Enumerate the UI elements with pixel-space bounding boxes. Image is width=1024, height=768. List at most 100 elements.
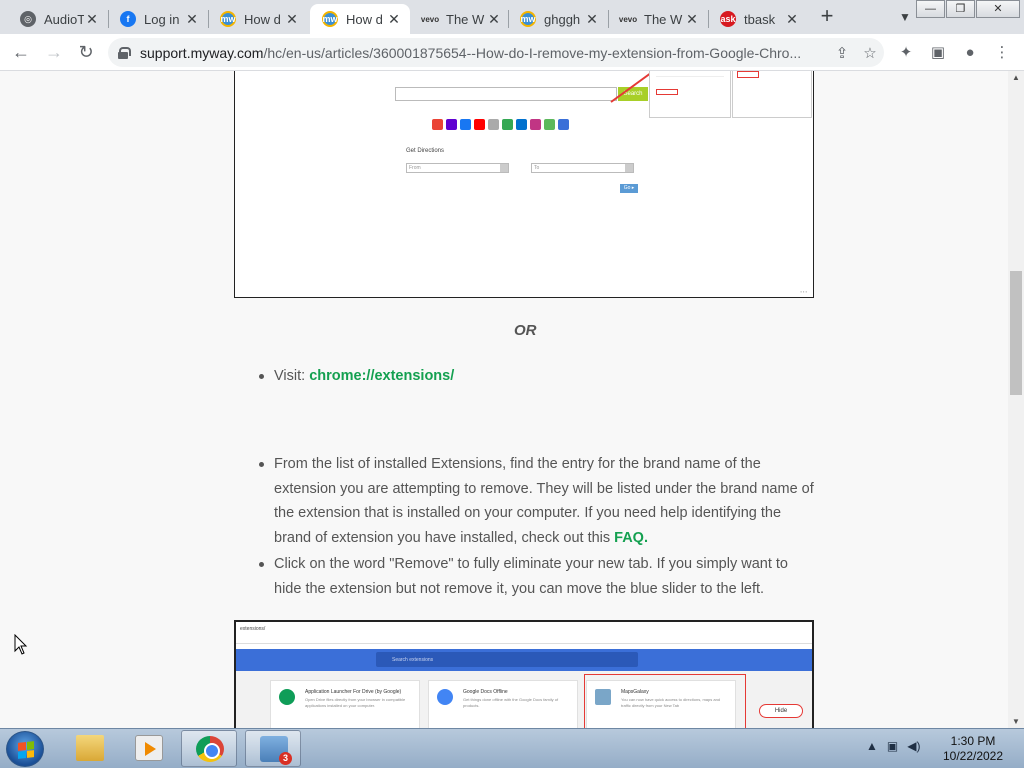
extension-desc: Get things done offline with the Google …	[463, 697, 559, 708]
menu-highlight-more-tools	[737, 71, 759, 78]
tab-title: tbask	[744, 11, 776, 27]
media-player-icon	[135, 735, 163, 761]
url-text[interactable]: support.myway.com/hc/en-us/articles/3600…	[140, 45, 828, 61]
screenshot-address-bar: extensions/	[236, 622, 812, 644]
mouse-cursor-icon	[14, 634, 28, 655]
amazon-icon	[488, 119, 499, 130]
browser-toolbar: ← → ↻ support.myway.com/hc/en-us/article…	[0, 34, 1024, 71]
screenshot-extensions-header: Search extensions	[236, 649, 812, 671]
extensions-puzzle-icon[interactable]: ✦	[894, 41, 918, 65]
menu-kebab-icon[interactable]: ⋮	[990, 41, 1014, 65]
article-screenshot-extensions: extensions/ Search extensions Applicatio…	[234, 620, 814, 728]
address-bar[interactable]: support.myway.com/hc/en-us/articles/3600…	[108, 38, 884, 67]
tab-1[interactable]: f Log in ✕	[108, 4, 208, 34]
restore-button[interactable]: ❐	[946, 0, 975, 18]
list-item: From the list of installed Extensions, f…	[259, 452, 816, 550]
clock[interactable]: 1:30 PM 10/22/2022	[930, 734, 1016, 764]
close-icon[interactable]: ✕	[584, 11, 600, 28]
network-icon[interactable]: ▣	[887, 739, 898, 753]
clock-date: 10/22/2022	[942, 749, 1004, 763]
scroll-down-icon[interactable]: ▼	[1012, 717, 1020, 726]
screenshot-search-extensions: Search extensions	[376, 652, 638, 667]
show-hidden-icons[interactable]: ▲	[866, 739, 878, 753]
docs-icon	[437, 689, 453, 705]
tripadvisor-icon	[502, 119, 513, 130]
close-icon[interactable]: ✕	[486, 11, 502, 28]
tab-title: Log in	[144, 11, 180, 27]
taskbar-explorer[interactable]	[62, 730, 118, 767]
bookmark-star-icon[interactable]: ☆	[856, 44, 884, 62]
start-button[interactable]	[6, 731, 44, 767]
reload-button[interactable]: ↻	[74, 41, 98, 65]
youtube-icon	[474, 119, 485, 130]
tab-6[interactable]: vevo The W ✕	[608, 4, 708, 34]
article-page: Search Get Directions From To Go ▸ ▪ ▪ ▪…	[0, 71, 1008, 728]
close-icon[interactable]: ✕	[386, 11, 402, 28]
windows-logo-icon	[18, 741, 34, 759]
tab-5[interactable]: mw ghggh ✕	[508, 4, 608, 34]
volume-icon[interactable]: ◀)	[907, 739, 920, 753]
tab-7[interactable]: ask tbask ✕	[708, 4, 808, 34]
share-icon[interactable]: ⇪	[828, 44, 856, 62]
page-scrollbar[interactable]: ▲ ▼	[1008, 71, 1024, 728]
instagram-icon	[530, 119, 541, 130]
screenshot-footer: ▪ ▪ ▪	[800, 289, 807, 294]
screenshot-from-select: From	[406, 163, 509, 173]
back-button[interactable]: ←	[9, 41, 33, 65]
or-separator: OR	[514, 322, 537, 339]
taskbar-media-player[interactable]	[121, 730, 177, 767]
taskbar-chrome[interactable]	[181, 730, 237, 767]
weather-icon	[544, 119, 555, 130]
menu-line	[656, 101, 724, 107]
screenshot-quicklink-icons	[432, 119, 569, 130]
list-item: Click on the word "Remove" to fully elim…	[259, 552, 816, 601]
gmail-icon	[432, 119, 443, 130]
myway-icon: mw	[322, 11, 338, 27]
window-controls: — ❐ ✕	[915, 0, 1020, 18]
facebook-icon	[460, 119, 471, 130]
close-icon[interactable]: ✕	[784, 11, 800, 28]
tab-title: The W	[644, 11, 683, 27]
scroll-thumb[interactable]	[1010, 271, 1022, 395]
profile-avatar-icon[interactable]: ●	[958, 41, 982, 65]
globe-icon: ◎	[20, 11, 36, 27]
tab-title: ghggh	[544, 11, 581, 27]
close-icon[interactable]: ✕	[184, 11, 200, 28]
new-tab-button[interactable]: +	[814, 5, 840, 29]
chrome-icon	[196, 736, 224, 762]
faq-link[interactable]: FAQ.	[614, 530, 648, 546]
tab-2[interactable]: mw How d ✕	[208, 4, 308, 34]
tab-title: How d	[346, 11, 383, 27]
facebook-icon: f	[120, 11, 136, 27]
myway-icon: mw	[520, 11, 536, 27]
visit-label: Visit:	[274, 368, 310, 384]
close-icon[interactable]: ✕	[284, 11, 300, 28]
tab-0[interactable]: ◎ AudioT ✕	[8, 4, 108, 34]
screenshot-get-directions: Get Directions	[406, 148, 445, 154]
list-item: Visit: chrome://extensions/	[259, 364, 816, 389]
menu-line	[737, 85, 807, 92]
folder-icon	[76, 735, 104, 761]
drive-icon	[279, 689, 295, 705]
tab-3-active[interactable]: mw How d ✕	[310, 4, 410, 34]
close-window-button[interactable]: ✕	[976, 0, 1020, 18]
side-panel-icon[interactable]: ▣	[926, 41, 950, 65]
extensions-link[interactable]: chrome://extensions/	[309, 368, 454, 384]
forward-button[interactable]: →	[42, 41, 66, 65]
taskbar-app-group[interactable]: 3	[245, 730, 301, 767]
lock-icon[interactable]	[118, 46, 131, 59]
myway-icon: mw	[220, 11, 236, 27]
tab-strip: ◎ AudioT ✕ f Log in ✕ mw How d ✕ mw How …	[0, 0, 1024, 34]
tab-search-icon[interactable]: ▼	[894, 6, 916, 28]
screenshot-chrome-submenu	[649, 71, 731, 118]
extension-title: Google Docs Offline	[463, 689, 508, 695]
menu-line	[737, 92, 807, 99]
tab-4[interactable]: vevo The W ✕	[410, 4, 510, 34]
bullet-list-1: Visit: chrome://extensions/	[259, 364, 816, 389]
scroll-up-icon[interactable]: ▲	[1012, 73, 1020, 82]
close-icon[interactable]: ✕	[684, 11, 700, 28]
minimize-button[interactable]: —	[916, 0, 945, 18]
bullet-list-2: From the list of installed Extensions, f…	[259, 452, 816, 601]
close-icon[interactable]: ✕	[84, 11, 100, 28]
extension-card: Google Docs Offline Get things done offl…	[428, 680, 578, 728]
